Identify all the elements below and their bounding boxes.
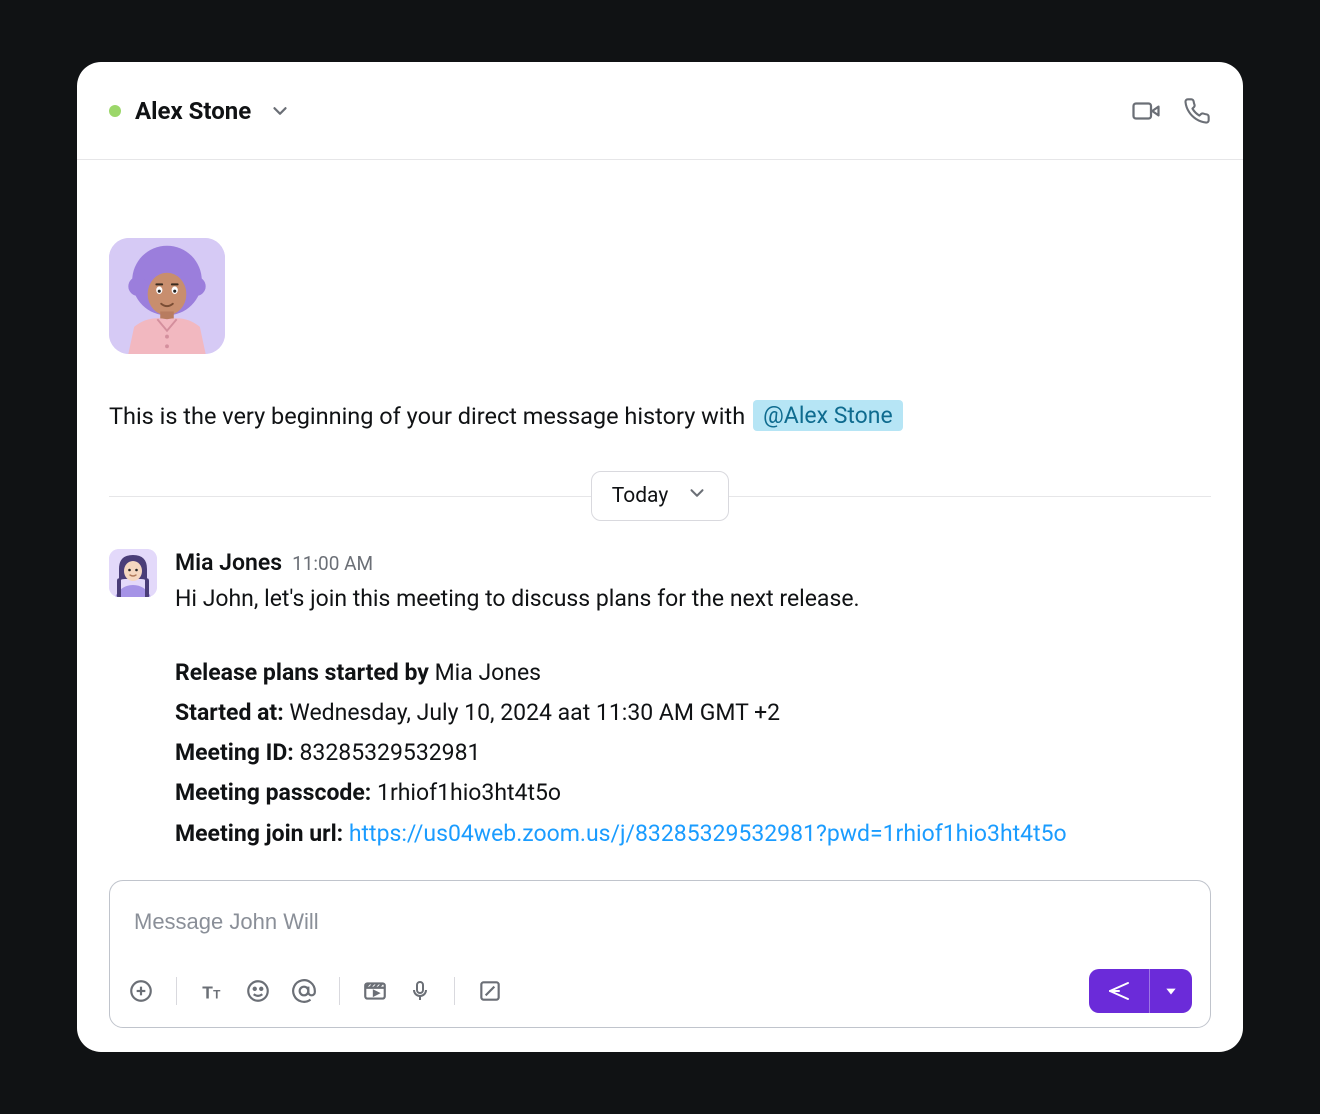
meeting-join-url-label: Meeting join url: (175, 820, 343, 847)
toolbar-separator (454, 977, 455, 1005)
meeting-passcode: 1rhiof1hio3ht4t5o (377, 779, 561, 806)
chat-window: Alex Stone (77, 62, 1243, 1052)
meeting-started-by: Mia Jones (435, 659, 541, 686)
intro-prefix: This is the very beginning of your direc… (109, 402, 745, 430)
svg-text:T: T (213, 988, 221, 1002)
message-body: Mia Jones 11:00 AM Hi John, let's join t… (175, 549, 1211, 854)
date-label: Today (612, 484, 669, 508)
chevron-down-icon[interactable] (265, 96, 295, 126)
add-attachment-icon[interactable] (128, 978, 154, 1004)
microphone-icon[interactable] (408, 979, 432, 1003)
sender-name[interactable]: Mia Jones (175, 549, 282, 576)
message-text: Hi John, let's join this meeting to disc… (175, 582, 1211, 617)
chat-header: Alex Stone (77, 62, 1243, 160)
meeting-id-label: Meeting ID: (175, 739, 294, 766)
mention-chip[interactable]: @Alex Stone (753, 400, 903, 431)
dm-intro: This is the very beginning of your direc… (77, 160, 1243, 431)
meeting-join-link[interactable]: https://us04web.zoom.us/j/83285329532981… (349, 820, 1067, 847)
send-icon[interactable] (1089, 969, 1149, 1013)
compose-edit-icon[interactable] (477, 978, 503, 1004)
date-jump-button[interactable]: Today (591, 471, 730, 521)
meeting-started-at-label: Started at: (175, 699, 284, 726)
meeting-id: 83285329532981 (299, 739, 480, 766)
date-divider: Today (77, 471, 1243, 521)
mention-icon[interactable] (291, 978, 317, 1004)
chevron-down-icon (686, 482, 708, 510)
dm-intro-text: This is the very beginning of your direc… (109, 400, 1211, 431)
presence-indicator-icon (109, 105, 121, 117)
svg-text:T: T (202, 983, 213, 1003)
message-composer: TT (109, 880, 1211, 1028)
toolbar-separator (176, 977, 177, 1005)
video-clip-icon[interactable] (362, 978, 388, 1004)
meeting-title-label: Release plans started by (175, 659, 429, 686)
header-contact-button[interactable]: Alex Stone (109, 96, 295, 126)
phone-call-icon[interactable] (1183, 97, 1211, 125)
meeting-details: Release plans started by Mia Jones Start… (175, 653, 1211, 854)
emoji-icon[interactable] (245, 978, 271, 1004)
contact-avatar-large (109, 238, 225, 354)
message-time: 11:00 AM (292, 552, 373, 575)
sender-avatar[interactable] (109, 549, 157, 597)
message-input[interactable] (110, 881, 1210, 969)
send-options-caret-icon[interactable] (1150, 969, 1192, 1013)
header-actions (1131, 96, 1211, 126)
toolbar-separator (339, 977, 340, 1005)
send-button[interactable] (1089, 969, 1192, 1013)
meeting-started-at: Wednesday, July 10, 2024 aat 11:30 AM GM… (289, 699, 780, 726)
video-call-icon[interactable] (1131, 96, 1161, 126)
text-formatting-icon[interactable]: TT (199, 978, 225, 1004)
message-row: Mia Jones 11:00 AM Hi John, let's join t… (77, 521, 1243, 854)
message-header: Mia Jones 11:00 AM (175, 549, 1211, 576)
composer-toolbar: TT (110, 969, 1210, 1027)
contact-name: Alex Stone (135, 97, 251, 125)
meeting-passcode-label: Meeting passcode: (175, 779, 371, 806)
